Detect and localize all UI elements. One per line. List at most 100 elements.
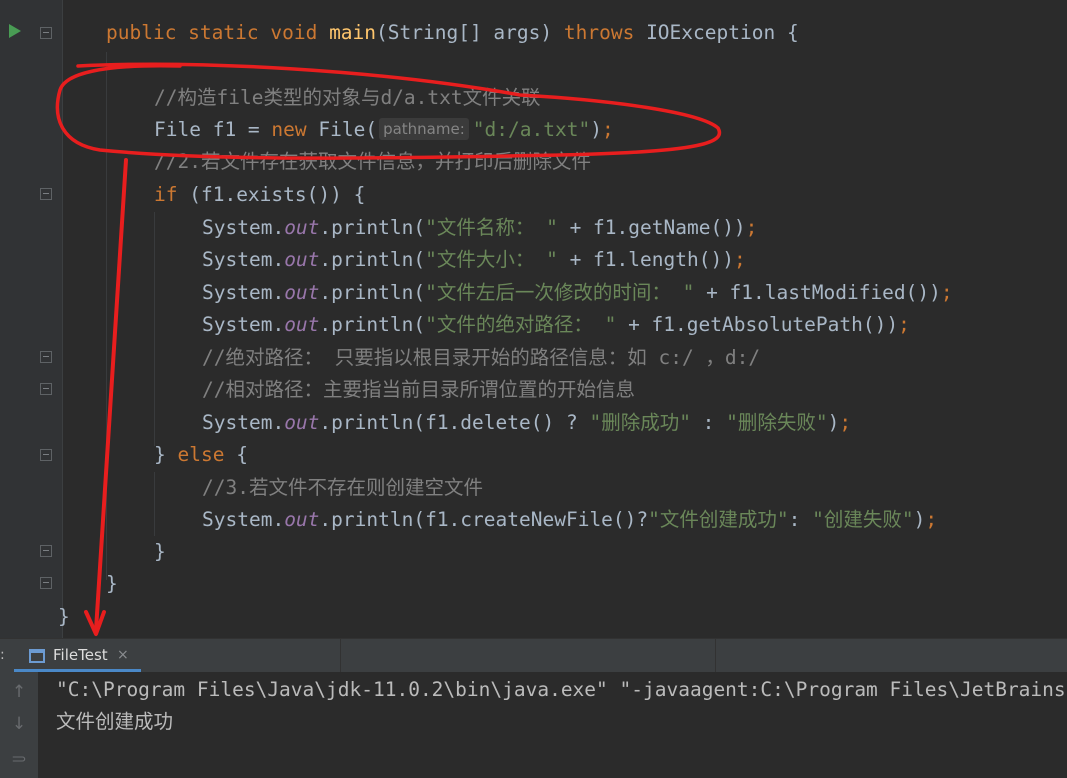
run-main-icon[interactable] bbox=[9, 24, 21, 38]
code-token: .println( bbox=[319, 216, 426, 239]
code-token: //相对路径：主要指当前目录所谓位置的开始信息 bbox=[202, 378, 635, 401]
code-token: System. bbox=[202, 313, 285, 336]
code-token: : bbox=[788, 508, 813, 531]
code-token: "创建失败" bbox=[812, 508, 914, 531]
scroll-up-arrow-icon[interactable]: ↑ bbox=[10, 682, 28, 702]
code-token: .println(f1.delete() ? bbox=[319, 411, 590, 434]
code-token: System. bbox=[202, 508, 285, 531]
run-tab-filetest[interactable]: FileTest × bbox=[14, 639, 141, 672]
tab-bar-divider bbox=[715, 639, 716, 672]
code-token: + f1.getName()) bbox=[557, 216, 746, 239]
code-token: else bbox=[177, 443, 237, 466]
console-toolbar: ↑ ↓ ⥰ bbox=[0, 672, 38, 778]
code-token: } bbox=[154, 443, 178, 466]
close-tab-icon[interactable]: × bbox=[117, 639, 129, 672]
console-window-icon bbox=[29, 649, 45, 663]
code-line-print-name: System.out.println("文件名称： " + f1.getName… bbox=[202, 212, 757, 244]
code-token: System. bbox=[202, 411, 285, 434]
parameter-hint: pathname: bbox=[379, 118, 469, 140]
run-tool-window: : FileTest × ↑ ↓ ⥰ "C:\Program Files\Jav… bbox=[0, 638, 1067, 778]
code-token: "文件创建成功" bbox=[648, 508, 789, 531]
code-token: out bbox=[284, 411, 320, 434]
code-token: (f1.exists()) { bbox=[189, 183, 366, 206]
scroll-down-arrow-icon[interactable]: ↓ bbox=[10, 714, 28, 734]
code-line-comment-step2: //2.若文件存在获取文件信息，并打印后删除文件 bbox=[154, 146, 591, 178]
fold-comment-end-icon[interactable] bbox=[40, 383, 52, 395]
code-token: .println( bbox=[319, 248, 426, 271]
fold-if-icon[interactable] bbox=[40, 188, 52, 200]
code-token: ; bbox=[601, 118, 614, 141]
code-editor[interactable]: public static void main(String[] args) t… bbox=[0, 0, 1067, 638]
code-token: } bbox=[106, 572, 118, 595]
code-token: System. bbox=[202, 216, 285, 239]
code-token: main bbox=[329, 21, 377, 44]
tab-bar-prefix: : bbox=[0, 647, 5, 663]
indent-guide bbox=[154, 212, 155, 446]
code-token: "文件大小： " bbox=[425, 248, 558, 271]
code-line-comment-absolute: //绝对路径： 只要指以根目录开始的路径信息：如 c:/ ，d:/ bbox=[202, 342, 760, 374]
code-token: ) bbox=[590, 118, 602, 141]
code-line-comment-relative: //相对路径：主要指当前目录所谓位置的开始信息 bbox=[202, 374, 635, 406]
code-token: out bbox=[284, 313, 320, 336]
code-token: ; bbox=[839, 411, 852, 434]
code-token: ; bbox=[898, 313, 910, 336]
code-token: //绝对路径： 只要指以根目录开始的路径信息：如 c:/ ，d:/ bbox=[202, 346, 761, 369]
console-output-line: 文件创建成功 bbox=[56, 710, 174, 733]
tab-bar-divider bbox=[340, 639, 341, 672]
code-line-comment-step3: //3.若文件不存在则创建空文件 bbox=[202, 472, 483, 504]
fold-else-icon[interactable] bbox=[40, 449, 52, 461]
code-token: if bbox=[154, 183, 190, 206]
code-token: //2.若文件存在获取文件信息，并打印后删除文件 bbox=[154, 150, 591, 173]
code-token: ; bbox=[745, 216, 758, 239]
code-token: } bbox=[58, 605, 70, 628]
code-token: { bbox=[236, 443, 248, 466]
code-token: "删除成功" bbox=[589, 411, 691, 434]
code-token: + f1.lastModified()) bbox=[694, 281, 941, 304]
code-line-close-class: } bbox=[58, 601, 70, 633]
code-line-file-declaration: File f1 = new File(pathname: "d:/a.txt"); bbox=[154, 114, 614, 146]
code-line-print-delete: System.out.println(f1.delete() ? "删除成功" … bbox=[202, 407, 851, 439]
code-token: ; bbox=[733, 248, 746, 271]
code-token: "文件的绝对路径： " bbox=[425, 313, 617, 336]
fold-main-icon[interactable] bbox=[40, 27, 52, 39]
code-token: .println( bbox=[319, 281, 426, 304]
code-token: : bbox=[690, 411, 727, 434]
editor-gutter bbox=[0, 0, 62, 638]
code-token: public static void bbox=[106, 21, 330, 44]
code-token: ; bbox=[940, 281, 953, 304]
code-token: //构造file类型的对象与d/a.txt文件关联 bbox=[154, 86, 541, 109]
code-token: out bbox=[284, 281, 320, 304]
console-command-line: "C:\Program Files\Java\jdk-11.0.2\bin\ja… bbox=[56, 678, 1066, 701]
code-line-comment-construct: //构造file类型的对象与d/a.txt文件关联 bbox=[154, 82, 541, 114]
code-token: ; bbox=[925, 508, 938, 531]
code-token: .println( bbox=[319, 313, 426, 336]
code-token: (String[] args) bbox=[376, 21, 564, 44]
console-output[interactable]: "C:\Program Files\Java\jdk-11.0.2\bin\ja… bbox=[38, 672, 1067, 778]
code-token: "文件左后一次修改的时间： " bbox=[425, 281, 695, 304]
code-token: System. bbox=[202, 281, 285, 304]
code-token: } bbox=[154, 540, 166, 563]
fold-else-end-icon[interactable] bbox=[40, 545, 52, 557]
code-line-print-absolute-path: System.out.println("文件的绝对路径： " + f1.getA… bbox=[202, 309, 910, 341]
code-line-print-create: System.out.println(f1.createNewFile()?"文… bbox=[202, 504, 937, 536]
indent-guide bbox=[154, 472, 155, 536]
code-token: IOException { bbox=[646, 21, 799, 44]
soft-wrap-icon[interactable]: ⥰ bbox=[10, 748, 28, 768]
code-token: out bbox=[284, 216, 320, 239]
code-token: new bbox=[271, 118, 319, 141]
gutter-divider bbox=[62, 0, 63, 638]
fold-comment-start-icon[interactable] bbox=[40, 351, 52, 363]
code-line-print-size: System.out.println("文件大小： " + f1.length(… bbox=[202, 244, 746, 276]
indent-guide bbox=[106, 52, 107, 580]
fold-main-end-icon[interactable] bbox=[40, 577, 52, 589]
code-token: out bbox=[284, 508, 320, 531]
code-token: throws bbox=[563, 21, 647, 44]
run-tab-label: FileTest bbox=[53, 646, 108, 664]
code-token: "d:/a.txt" bbox=[472, 118, 591, 141]
code-token: //3.若文件不存在则创建空文件 bbox=[202, 476, 483, 499]
code-line-else-branch: } else { bbox=[154, 439, 248, 471]
code-token: ) bbox=[913, 508, 926, 531]
code-token: "删除失败" bbox=[726, 411, 828, 434]
code-token: .println(f1.createNewFile()? bbox=[319, 508, 649, 531]
code-line-main-signature: public static void main(String[] args) t… bbox=[106, 17, 799, 49]
